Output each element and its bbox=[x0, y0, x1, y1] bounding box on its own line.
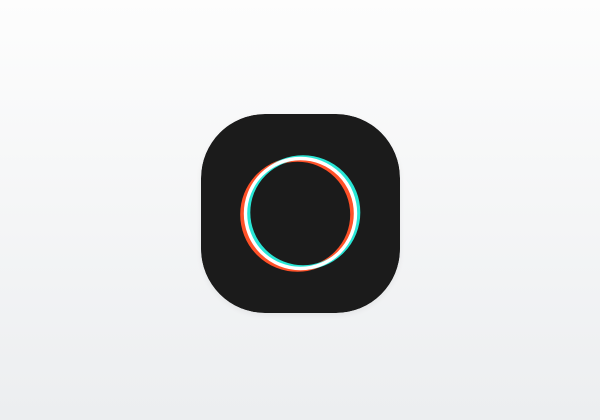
canvas bbox=[0, 0, 600, 420]
app-icon[interactable] bbox=[201, 114, 400, 313]
icon-background bbox=[201, 114, 400, 313]
chromatic-ring-icon bbox=[201, 114, 400, 313]
